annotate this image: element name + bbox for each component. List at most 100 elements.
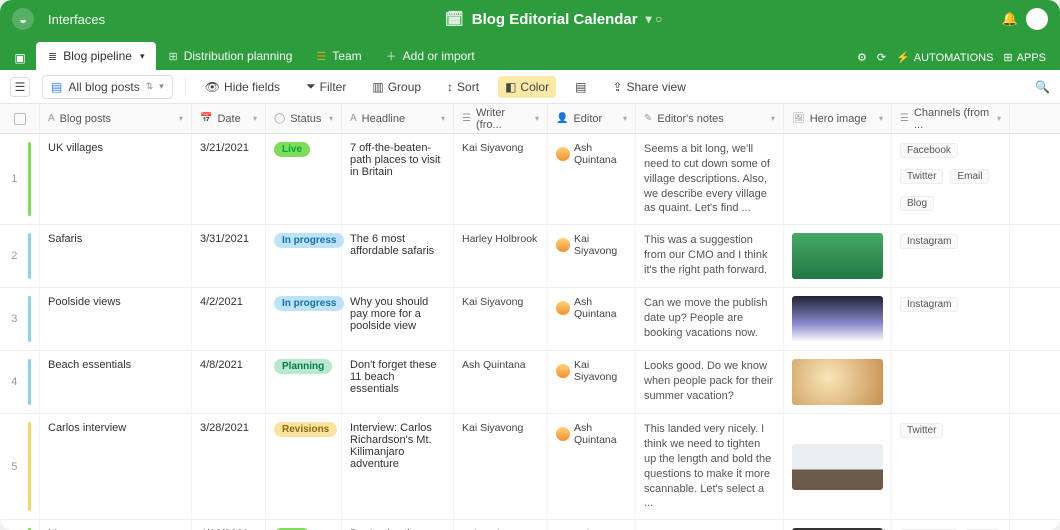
hero-thumb[interactable] — [792, 233, 883, 279]
cell-writer[interactable]: Ash Quintana — [454, 351, 548, 413]
cell-hero[interactable] — [784, 520, 892, 530]
cell-date[interactable]: 4/13/2021 — [192, 520, 266, 530]
col-editor[interactable]: 👤Editor▾ — [548, 104, 636, 133]
row-select[interactable]: 3 — [0, 288, 40, 350]
app-logo-icon[interactable]: ◒ — [12, 8, 34, 30]
tab-distribution-planning[interactable]: ⊞Distribution planning — [156, 42, 304, 70]
cell-notes[interactable]: This landed very nicely. I think we need… — [636, 414, 784, 519]
cell-date[interactable]: 3/21/2021 — [192, 134, 266, 224]
cell-headline[interactable]: Interview: Carlos Richardson's Mt. Kilim… — [342, 414, 454, 519]
cell-blog[interactable]: UK villages — [40, 134, 192, 224]
cell-status[interactable]: Live — [266, 134, 342, 224]
cell-writer[interactable]: Kai Siyavong — [454, 134, 548, 224]
cell-hero[interactable] — [784, 351, 892, 413]
channel-tag[interactable]: Twitter — [900, 423, 943, 438]
cell-status[interactable]: Revisions — [266, 414, 342, 519]
cell-writer[interactable]: Kai Siyavong — [454, 414, 548, 519]
channel-tag[interactable]: Blog — [900, 196, 934, 211]
row-select[interactable]: 5 — [0, 414, 40, 519]
cell-editor[interactable]: Ash Quintana — [548, 288, 636, 350]
cell-writer[interactable]: Harley Holbrook — [454, 225, 548, 287]
cell-date[interactable]: 3/28/2021 — [192, 414, 266, 519]
col-headline[interactable]: AHeadline▾ — [342, 104, 454, 133]
bell-icon[interactable]: 🔔 — [1002, 11, 1018, 27]
cell-status[interactable]: In progress — [266, 288, 342, 350]
cell-headline[interactable]: 7 off-the-beaten-path places to visit in… — [342, 134, 454, 224]
refresh-icon[interactable]: ⟳ — [877, 51, 886, 64]
cell-editor[interactable]: Ash Quintana — [548, 134, 636, 224]
hero-thumb[interactable] — [792, 296, 883, 342]
table-row[interactable]: 4Beach essentials4/8/2021PlanningDon't f… — [0, 351, 1060, 414]
title-suffix[interactable]: ▾ ○ — [646, 12, 663, 26]
tab-team[interactable]: ☰Team — [304, 42, 373, 70]
tools-icon[interactable]: ⚙ — [857, 51, 867, 64]
table-row[interactable]: 5Carlos interview3/28/2021RevisionsInter… — [0, 414, 1060, 520]
cell-notes[interactable]: Can we move the publish date up? People … — [636, 288, 784, 350]
row-select[interactable]: 4 — [0, 351, 40, 413]
apps-button[interactable]: ⊞APPS — [1003, 51, 1046, 64]
cell-headline[interactable]: Don't miss these 10 museums — [342, 520, 454, 530]
cell-date[interactable]: 4/8/2021 — [192, 351, 266, 413]
cell-notes[interactable]: Good to ship! — [636, 520, 784, 530]
cell-writer[interactable]: Ash Quintana — [454, 520, 548, 530]
col-hero[interactable]: 🖼Hero image▾ — [784, 104, 892, 133]
cell-editor[interactable]: Ash Quintana — [548, 414, 636, 519]
hide-fields-button[interactable]: 👁Hide fields — [198, 76, 287, 98]
search-icon[interactable]: 🔍 — [1035, 80, 1050, 94]
col-channels[interactable]: ☰Channels (from ...▾ — [892, 104, 1010, 133]
filter-button[interactable]: ⏷Filter — [299, 75, 353, 98]
cell-blog[interactable]: Poolside views — [40, 288, 192, 350]
cell-date[interactable]: 4/2/2021 — [192, 288, 266, 350]
hero-thumb[interactable] — [792, 359, 883, 405]
table-row[interactable]: 1UK villages3/21/2021Live7 off-the-beate… — [0, 134, 1060, 225]
cell-headline[interactable]: The 6 most affordable safaris — [342, 225, 454, 287]
avatar[interactable] — [1026, 8, 1048, 30]
tab-blog-pipeline[interactable]: ≣Blog pipeline▾ — [36, 42, 156, 70]
cell-status[interactable]: In progress — [266, 225, 342, 287]
cell-notes[interactable]: This was a suggestion from our CMO and I… — [636, 225, 784, 287]
automations-button[interactable]: ⚡AUTOMATIONS — [896, 51, 993, 64]
cell-blog[interactable]: Safaris — [40, 225, 192, 287]
breadcrumb[interactable]: Interfaces — [48, 12, 105, 27]
page-title[interactable]: Blog Editorial Calendar — [472, 11, 638, 28]
cell-hero[interactable] — [784, 134, 892, 224]
cell-headline[interactable]: Why you should pay more for a poolside v… — [342, 288, 454, 350]
cell-date[interactable]: 3/31/2021 — [192, 225, 266, 287]
collapse-icon[interactable]: ☰ — [10, 77, 30, 97]
cell-editor[interactable]: Kai Siyavong — [548, 351, 636, 413]
cell-channels[interactable] — [892, 351, 1010, 413]
share-view-button[interactable]: ⇪Share view — [605, 76, 692, 98]
cell-channels[interactable]: Twitter — [892, 414, 1010, 519]
cell-channels[interactable]: Instagram — [892, 288, 1010, 350]
cell-editor[interactable]: Kai Siyavong — [548, 225, 636, 287]
row-height-button[interactable]: ▤ — [568, 76, 593, 98]
col-notes[interactable]: ✎Editor's notes▾ — [636, 104, 784, 133]
col-date[interactable]: 📅Date▾ — [192, 104, 266, 133]
channel-tag[interactable]: Facebook — [900, 143, 958, 158]
cell-hero[interactable] — [784, 414, 892, 519]
cell-hero[interactable] — [784, 225, 892, 287]
cell-blog[interactable]: Museums — [40, 520, 192, 530]
col-writer[interactable]: ☰Writer (fro...▾ — [454, 104, 548, 133]
cell-headline[interactable]: Don't forget these 11 beach essentials — [342, 351, 454, 413]
channel-tag[interactable]: Instagram — [900, 297, 958, 312]
cell-blog[interactable]: Beach essentials — [40, 351, 192, 413]
hero-thumb[interactable] — [792, 444, 883, 490]
col-status[interactable]: ◯Status▾ — [266, 104, 342, 133]
cell-status[interactable]: Planning — [266, 351, 342, 413]
view-picker[interactable]: ▤ All blog posts ⇅ ▾ — [42, 75, 173, 99]
table-row[interactable]: 6Museums4/13/2021LiveDon't miss these 10… — [0, 520, 1060, 530]
cell-notes[interactable]: Looks good. Do we know when people pack … — [636, 351, 784, 413]
channel-tag[interactable]: Instagram — [900, 234, 958, 249]
group-button[interactable]: ▥Group — [365, 76, 428, 98]
col-blog-posts[interactable]: ABlog posts▾ — [40, 104, 192, 133]
channel-tag[interactable]: Email — [950, 169, 989, 184]
color-button[interactable]: ◧Color — [498, 76, 556, 98]
sort-button[interactable]: ↕Sort — [440, 76, 486, 98]
cell-writer[interactable]: Kai Siyavong — [454, 288, 548, 350]
cell-notes[interactable]: Seems a bit long, we'll need to cut down… — [636, 134, 784, 224]
cell-channels[interactable]: FacebookTwitterEmailBlog — [892, 134, 1010, 224]
select-all-checkbox[interactable] — [0, 104, 40, 133]
tab-add-or-import[interactable]: ＋Add or import — [374, 42, 487, 70]
cell-hero[interactable] — [784, 288, 892, 350]
